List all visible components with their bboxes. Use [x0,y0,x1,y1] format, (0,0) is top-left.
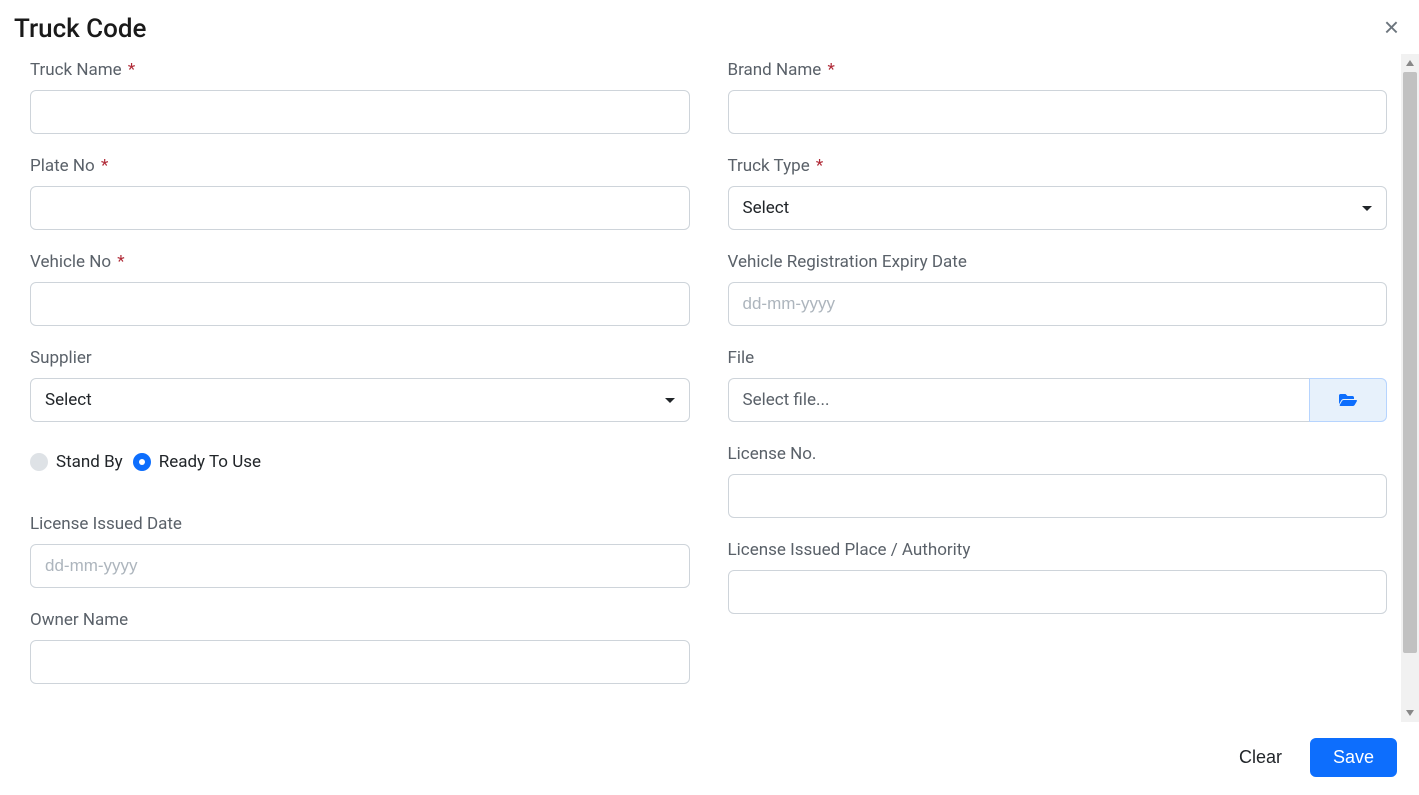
scroll-thumb[interactable] [1403,72,1417,653]
modal-title: Truck Code [14,14,146,44]
supplier-selected-text: Select [45,390,92,410]
supplier-select[interactable]: Select [30,378,690,422]
vehicle-no-input[interactable] [30,282,690,326]
label-plate-no: Plate No * [30,156,690,176]
file-browse-button[interactable] [1309,378,1387,422]
modal-body-wrap: Truck Name * Plate No * [0,54,1419,722]
label-file: File [728,348,1388,368]
radio-ready[interactable]: Ready To Use [133,452,261,472]
label-truck-name: Truck Name * [30,60,690,80]
group-license-issued-date: License Issued Date [30,514,690,588]
radio-dot-standby [30,453,48,471]
label-brand-name: Brand Name * [728,60,1388,80]
form-col-left: Truck Name * Plate No * [30,60,690,706]
label-owner-name: Owner Name [30,610,690,630]
label-license-place: License Issued Place / Authority [728,540,1388,560]
license-issued-date-input[interactable] [30,544,690,588]
group-license-place: License Issued Place / Authority [728,540,1388,614]
modal-header: Truck Code × [0,0,1419,54]
label-reg-expiry: Vehicle Registration Expiry Date [728,252,1388,272]
caret-down-icon [1362,206,1372,211]
modal-body: Truck Name * Plate No * [0,54,1401,722]
label-text: Truck Name [30,60,122,80]
label-text: Vehicle No [30,252,111,272]
group-vehicle-no: Vehicle No * [30,252,690,326]
group-truck-name: Truck Name * [30,60,690,134]
form-col-right: Brand Name * Truck Type * Select [728,60,1388,706]
label-supplier: Supplier [30,348,690,368]
truck-name-input[interactable] [30,90,690,134]
radio-standby[interactable]: Stand By [30,452,123,472]
label-vehicle-no: Vehicle No * [30,252,690,272]
required-marker: * [827,60,834,80]
modal-footer: Clear Save [0,722,1419,795]
radio-label-standby: Stand By [56,452,123,472]
scrollbar[interactable] [1401,54,1419,722]
label-text: Truck Type [728,156,810,176]
truck-code-modal: Truck Code × Truck Name * Pla [0,0,1419,795]
owner-name-input[interactable] [30,640,690,684]
required-marker: * [117,252,124,272]
truck-type-selected-text: Select [743,198,790,218]
brand-name-input[interactable] [728,90,1388,134]
folder-open-icon [1338,392,1358,408]
group-supplier: Supplier Select [30,348,690,422]
group-truck-type: Truck Type * Select [728,156,1388,230]
license-place-input[interactable] [728,570,1388,614]
group-reg-expiry: Vehicle Registration Expiry Date [728,252,1388,326]
label-text: Plate No [30,156,95,176]
save-button[interactable]: Save [1310,738,1397,777]
file-display[interactable]: Select file... [728,378,1310,422]
label-text: Brand Name [728,60,822,80]
group-file: File Select file... [728,348,1388,422]
scroll-track[interactable] [1401,72,1419,704]
clear-button[interactable]: Clear [1225,739,1296,776]
truck-type-select[interactable]: Select [728,186,1388,230]
group-plate-no: Plate No * [30,156,690,230]
scroll-up-arrow[interactable] [1401,54,1419,72]
required-marker: * [128,60,135,80]
group-brand-name: Brand Name * [728,60,1388,134]
reg-expiry-input[interactable] [728,282,1388,326]
label-truck-type: Truck Type * [728,156,1388,176]
radio-label-ready: Ready To Use [159,452,261,472]
required-marker: * [816,156,823,176]
caret-down-icon [665,398,675,403]
triangle-up-icon [1405,58,1415,68]
close-button[interactable]: × [1378,14,1405,40]
radio-dot-ready [133,453,151,471]
plate-no-input[interactable] [30,186,690,230]
label-license-no: License No. [728,444,1388,464]
group-status: Stand By Ready To Use [30,444,690,472]
required-marker: * [101,156,108,176]
form-row: Truck Name * Plate No * [30,60,1387,706]
scroll-down-arrow[interactable] [1401,704,1419,722]
triangle-down-icon [1405,708,1415,718]
group-owner-name: Owner Name [30,610,690,684]
label-license-issued-date: License Issued Date [30,514,690,534]
license-no-input[interactable] [728,474,1388,518]
file-input-group: Select file... [728,378,1388,422]
group-license-no: License No. [728,444,1388,518]
status-radio-row: Stand By Ready To Use [30,444,690,472]
